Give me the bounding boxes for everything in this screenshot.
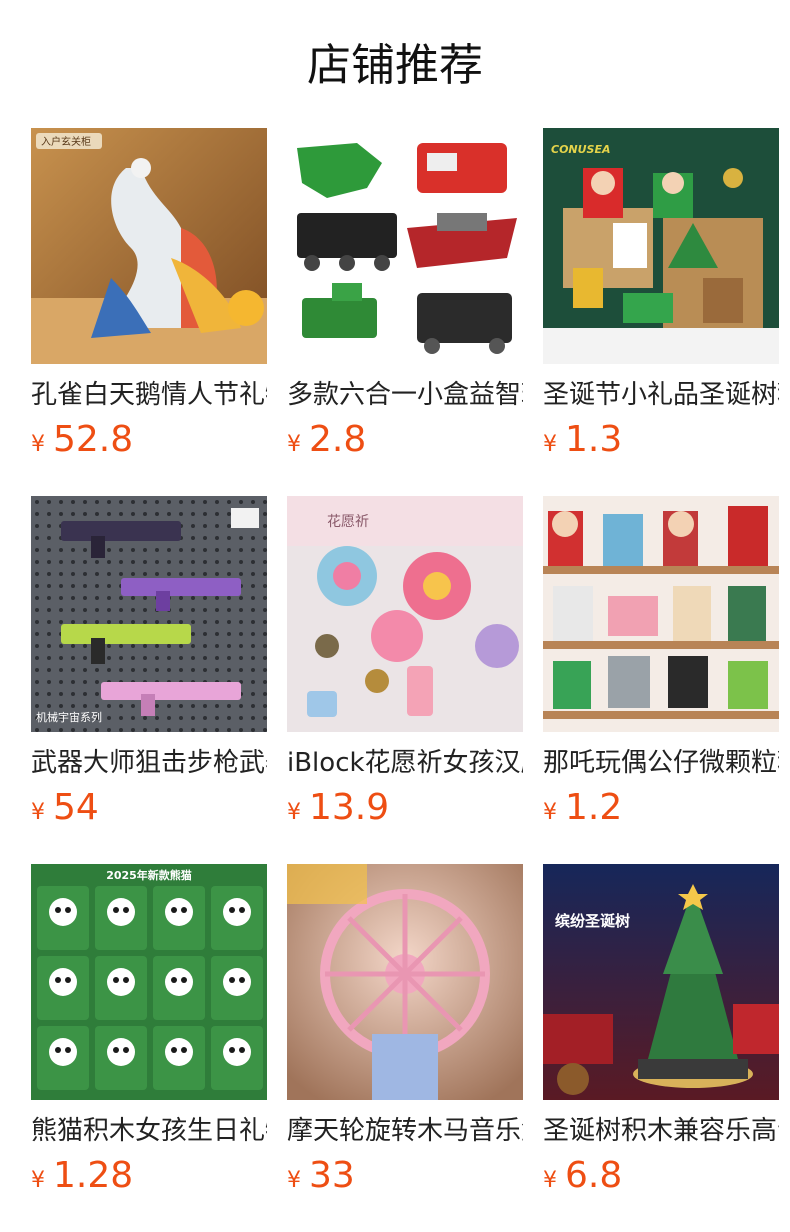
currency-symbol: ¥ — [287, 1168, 301, 1193]
product-price: ¥6.8 — [543, 1152, 779, 1206]
product-image[interactable]: 2025年新款熊猫 — [31, 864, 267, 1100]
product-card[interactable]: 那吒玩偶公仔微颗粒积木 ¥1.2 — [543, 496, 779, 838]
product-name[interactable]: 熊猫积木女孩生日礼物 — [31, 1114, 267, 1148]
product-price: ¥1.2 — [543, 784, 779, 838]
product-price: ¥1.3 — [543, 416, 779, 470]
product-name[interactable]: 摩天轮旋转木马音乐盒 — [287, 1114, 523, 1148]
product-card[interactable]: CONUSEA 圣诞节小礼品圣诞树积木 ¥1.3 — [543, 128, 779, 470]
price-value: 2.8 — [309, 419, 367, 460]
product-badge: 机械宇宙系列 — [36, 710, 102, 724]
product-name[interactable]: 圣诞节小礼品圣诞树积木 — [543, 378, 779, 412]
product-image[interactable]: 机械宇宙系列 — [31, 496, 267, 732]
product-name[interactable]: 那吒玩偶公仔微颗粒积木 — [543, 746, 779, 780]
currency-symbol: ¥ — [31, 1168, 45, 1193]
product-card[interactable]: 缤纷圣诞树 圣诞树积木兼容乐高音乐盒 ¥6.8 — [543, 864, 779, 1206]
price-value: 1.3 — [565, 419, 623, 460]
product-badge: 花愿祈 — [327, 514, 369, 530]
product-card[interactable]: 摩天轮旋转木马音乐盒 ¥33 — [287, 864, 523, 1206]
product-image[interactable] — [543, 496, 779, 732]
currency-symbol: ¥ — [543, 1168, 557, 1193]
price-value: 52.8 — [53, 419, 134, 460]
product-card[interactable]: 入户玄关柜 孔雀白天鹅情人节礼物 ¥52.8 — [31, 128, 267, 470]
product-image[interactable] — [287, 864, 523, 1100]
product-badge: 缤纷圣诞树 — [555, 912, 630, 930]
product-badge: 2025年新款熊猫 — [106, 868, 192, 882]
product-card[interactable]: 多款六合一小盒益智玩具 ¥2.8 — [287, 128, 523, 470]
product-image[interactable]: CONUSEA — [543, 128, 779, 364]
product-image[interactable]: 入户玄关柜 — [31, 128, 267, 364]
product-name[interactable]: 多款六合一小盒益智玩具 — [287, 378, 523, 412]
product-price: ¥1.28 — [31, 1152, 267, 1206]
product-price: ¥2.8 — [287, 416, 523, 470]
product-price: ¥33 — [287, 1152, 523, 1206]
product-price: ¥54 — [31, 784, 267, 838]
product-badge: CONUSEA — [551, 143, 611, 156]
currency-symbol: ¥ — [287, 800, 301, 825]
price-value: 13.9 — [309, 787, 390, 828]
currency-symbol: ¥ — [31, 432, 45, 457]
product-card[interactable]: 2025年新款熊猫 熊猫积木女孩生日礼物 ¥1.28 — [31, 864, 267, 1206]
page-title: 店铺推荐 — [307, 40, 483, 91]
product-name[interactable]: 孔雀白天鹅情人节礼物 — [31, 378, 267, 412]
currency-symbol: ¥ — [543, 432, 557, 457]
product-price: ¥13.9 — [287, 784, 523, 838]
price-value: 54 — [53, 787, 99, 828]
product-name[interactable]: 武器大师狙击步枪武器 — [31, 746, 267, 780]
currency-symbol: ¥ — [287, 432, 301, 457]
currency-symbol: ¥ — [31, 800, 45, 825]
product-image[interactable]: 缤纷圣诞树 — [543, 864, 779, 1100]
price-value: 33 — [309, 1155, 355, 1196]
price-value: 6.8 — [565, 1155, 623, 1196]
currency-symbol: ¥ — [543, 800, 557, 825]
product-card[interactable]: 花愿祈 iBlock花愿祈女孩汉服 ¥13.9 — [287, 496, 523, 838]
product-name[interactable]: 圣诞树积木兼容乐高音乐盒 — [543, 1114, 779, 1148]
product-badge: 入户玄关柜 — [41, 135, 91, 148]
product-image[interactable]: 花愿祈 — [287, 496, 523, 732]
product-card[interactable]: 机械宇宙系列 武器大师狙击步枪武器 ¥54 — [31, 496, 267, 838]
product-name[interactable]: iBlock花愿祈女孩汉服 — [287, 746, 523, 780]
product-price: ¥52.8 — [31, 416, 267, 470]
price-value: 1.2 — [565, 787, 623, 828]
product-image[interactable] — [287, 128, 523, 364]
price-value: 1.28 — [53, 1155, 134, 1196]
